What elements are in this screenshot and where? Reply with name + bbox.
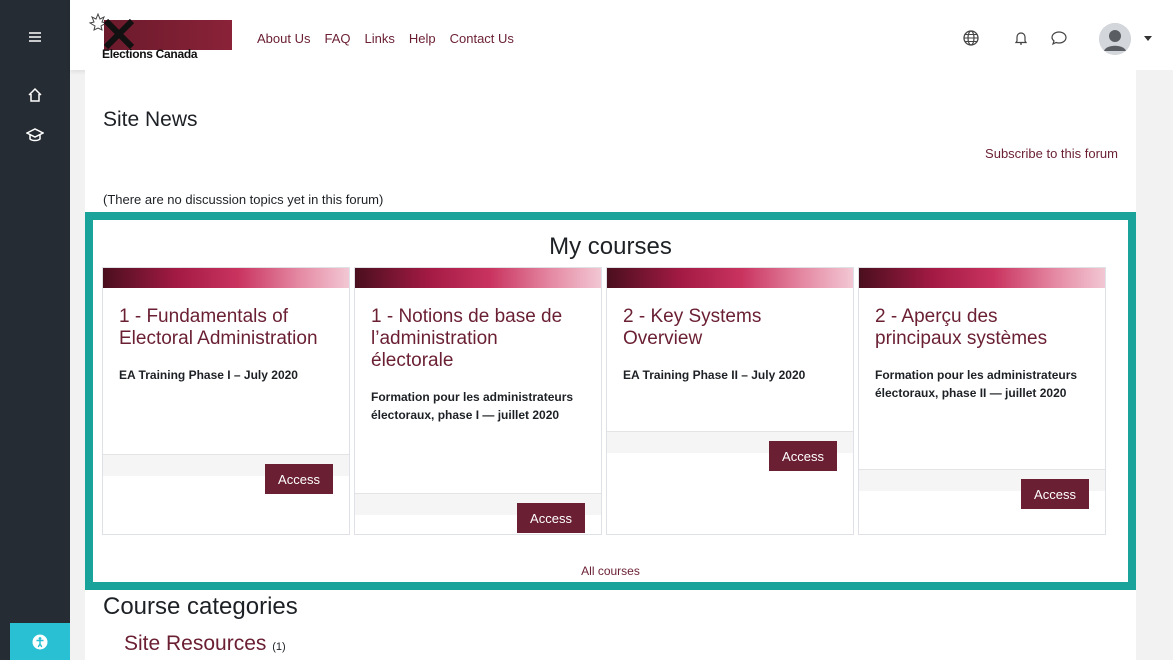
course-title-link[interactable]: 2 - Aperçu des principaux systèmes (875, 306, 1089, 350)
course-banner (103, 268, 349, 288)
globe-icon[interactable] (962, 29, 980, 47)
access-button[interactable]: Access (769, 441, 837, 471)
course-subtitle: EA Training Phase I – July 2020 (119, 368, 298, 382)
course-title-link[interactable]: 1 - Fundamentals of Electoral Administra… (119, 306, 333, 350)
accessibility-icon (32, 634, 48, 649)
all-courses-link[interactable]: All courses (93, 564, 1128, 578)
my-courses-block: My courses 1 - Fundamentals of Electoral… (85, 212, 1136, 590)
course-card: 2 - Aperçu des principaux systèmes Forma… (858, 267, 1106, 535)
subscribe-link[interactable]: Subscribe to this forum (985, 146, 1118, 161)
right-gutter (1136, 70, 1173, 660)
home-icon[interactable] (0, 75, 70, 115)
graduation-cap-icon[interactable] (0, 115, 70, 155)
user-menu-caret-icon[interactable] (1144, 36, 1152, 41)
logo-x-mark (104, 19, 134, 49)
left-rail (0, 0, 70, 660)
course-card: 1 - Notions de base de l’administration … (354, 267, 602, 535)
course-subtitle: EA Training Phase II – July 2020 (623, 368, 806, 382)
access-button[interactable]: Access (517, 503, 585, 533)
course-banner (859, 268, 1105, 288)
course-title-link[interactable]: 2 - Key Systems Overview (623, 306, 837, 350)
avatar[interactable] (1099, 23, 1131, 55)
course-card: 2 - Key Systems Overview EA Training Pha… (606, 267, 854, 535)
course-subtitle: Formation pour les administrateurs élect… (371, 390, 574, 422)
message-icon[interactable] (1050, 29, 1068, 47)
category-item: Site Resources (1) (124, 632, 286, 656)
course-title-link[interactable]: 1 - Notions de base de l’administration … (371, 306, 585, 372)
menu-icon[interactable] (0, 17, 70, 57)
nav-links: About Us FAQ Links Help Contact Us (257, 31, 528, 46)
no-topics-message: (There are no discussion topics yet in t… (103, 192, 384, 207)
main-content: Site News Subscribe to this forum (There… (85, 70, 1136, 660)
nav-link-contact[interactable]: Contact Us (450, 31, 514, 46)
accessibility-button[interactable] (10, 623, 70, 660)
nav-link-links[interactable]: Links (365, 31, 395, 46)
course-banner (607, 268, 853, 288)
category-count: (1) (272, 641, 286, 653)
access-button[interactable]: Access (265, 464, 333, 494)
elections-canada-logo[interactable]: Elections Canada (88, 13, 232, 63)
nav-link-help[interactable]: Help (409, 31, 436, 46)
nav-link-about[interactable]: About Us (257, 31, 310, 46)
access-button[interactable]: Access (1021, 479, 1089, 509)
course-subtitle: Formation pour les administrateurs élect… (875, 368, 1078, 400)
course-card: 1 - Fundamentals of Electoral Administra… (102, 267, 350, 535)
top-navbar: Elections Canada About Us FAQ Links Help… (70, 0, 1173, 70)
category-link[interactable]: Site Resources (124, 632, 266, 655)
my-courses-title: My courses (549, 233, 672, 260)
course-banner (355, 268, 601, 288)
bell-icon[interactable] (1012, 29, 1030, 47)
course-categories-title: Course categories (103, 593, 298, 620)
nav-link-faq[interactable]: FAQ (324, 31, 350, 46)
logo-text: Elections Canada (102, 47, 198, 61)
user-icon (1099, 23, 1131, 55)
site-news-title: Site News (103, 108, 198, 131)
